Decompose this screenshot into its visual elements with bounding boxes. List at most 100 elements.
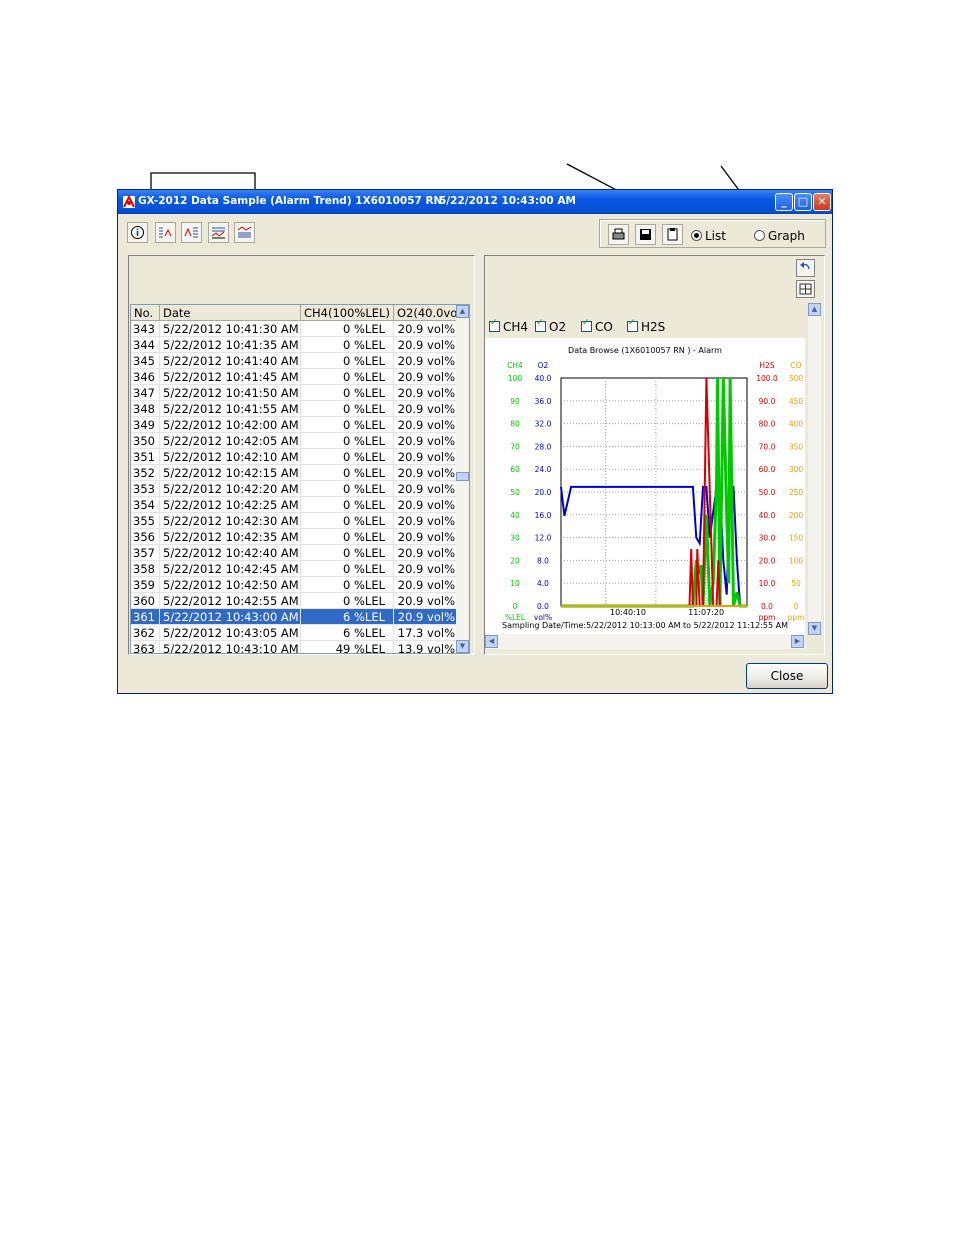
scroll-down-button[interactable]: ▼ [456,640,469,653]
cell-ch4: 0 %LEL [301,385,394,401]
tick-label: 10.0 [759,579,776,588]
scroll-up-button[interactable]: ▲ [456,305,469,318]
close-button[interactable]: Close [746,663,828,689]
cell-date: 5/22/2012 10:42:20 AM [160,481,301,497]
tick-label: 50 [510,488,520,497]
info-button[interactable] [127,222,148,243]
scroll-thumb[interactable] [456,472,469,481]
cell-o2: 20.9 vol% [394,385,457,401]
checkbox-o2[interactable]: O2 [535,318,567,334]
radio-list[interactable]: List [691,229,726,243]
table-row[interactable]: 361 5/22/2012 10:43:00 AM 6 %LEL 20.9 vol% [131,609,457,625]
tick-label: 150 [789,534,804,543]
checkbox-co-label: CO [595,320,613,334]
peak-button[interactable] [181,222,202,243]
header-date[interactable]: Date [160,305,301,321]
tick-label: 40 [510,511,520,520]
tick-label: 70.0 [759,442,776,451]
maximize-button[interactable]: □ [794,193,812,211]
tick-label: 70 [510,442,520,451]
graph-area[interactable]: Data Browse (1X6010057 RN ) - Alarm CH4 10… [485,338,805,634]
cell-ch4: 0 %LEL [301,465,394,481]
cell-o2: 20.9 vol% [394,401,457,417]
cell-ch4: 0 %LEL [301,353,394,369]
table-row[interactable]: 349 5/22/2012 10:42:00 AM 0 %LEL 20.9 vol% [131,417,457,433]
table-row[interactable]: 356 5/22/2012 10:42:35 AM 0 %LEL 20.9 vol% [131,529,457,545]
table-row[interactable]: 352 5/22/2012 10:42:15 AM 0 %LEL 20.9 vol% [131,465,457,481]
header-ch4[interactable]: CH4(100%LEL) [301,305,394,321]
data-list[interactable]: No. Date CH4(100%LEL) O2(40.0vol%) 3435/… [130,304,470,654]
table-row[interactable]: 348 5/22/2012 10:41:55 AM 0 %LEL 20.9 vol% [131,401,457,417]
cell-no: 358 [131,561,160,577]
save-button[interactable] [635,224,656,245]
graph-scroll-up-button[interactable]: ▲ [808,303,821,316]
tick-label: 0 [513,602,518,611]
cell-ch4: 0 %LEL [301,337,394,353]
cell-ch4: 6 %LEL [301,625,394,641]
undo-button[interactable] [796,259,815,277]
tick-label: 12.0 [535,534,552,543]
trend-chart: Data Browse (1X6010057 RN ) - Alarm CH4 10… [502,346,804,630]
list-scrollbar[interactable]: ▲ ▼ [456,305,469,653]
table-row[interactable]: 345 5/22/2012 10:41:40 AM 0 %LEL 20.9 vol% [131,353,457,369]
cell-date: 5/22/2012 10:43:00 AM [160,609,301,625]
header-o2[interactable]: O2(40.0vol%) [394,305,457,321]
printer-icon [612,228,625,240]
cell-ch4: 0 %LEL [301,513,394,529]
graph-button[interactable] [208,222,229,243]
table-row[interactable]: 354 5/22/2012 10:42:25 AM 0 %LEL 20.9 vol% [131,497,457,513]
close-window-button[interactable]: ✕ [813,193,831,211]
zoom-fit-button[interactable] [796,280,815,298]
cell-o2: 20.9 vol% [394,369,457,385]
cell-o2: 20.9 vol% [394,417,457,433]
table-row[interactable]: 362 5/22/2012 10:43:05 AM 6 %LEL 17.3 vol% [131,625,457,641]
graph-scroll-down-button[interactable]: ▼ [808,622,821,635]
table-row[interactable]: 363 5/22/2012 10:43:10 AM 49 %LEL 13.9 vol% [131,641,457,653]
cell-no: 360 [131,593,160,609]
print-button[interactable] [608,224,629,245]
tick-label: 100.0 [756,374,778,383]
graph-vscroll[interactable]: ▲ ▼ [808,303,821,635]
cell-date: 5/22/2012 10:41:40 AM [160,353,301,369]
x-tick-label: 10:40:10 [610,608,646,617]
checkbox-h2s[interactable]: H2S [627,318,665,334]
cell-no: 353 [131,481,160,497]
table-row[interactable]: 353 5/22/2012 10:42:20 AM 0 %LEL 20.9 vol% [131,481,457,497]
tick-label: 4.0 [537,579,549,588]
table-row[interactable]: 355 5/22/2012 10:42:30 AM 0 %LEL 20.9 vol% [131,513,457,529]
checkbox-ch4[interactable]: CH4 [489,318,528,334]
table-row[interactable]: 360 5/22/2012 10:42:55 AM 0 %LEL 20.9 vol% [131,593,457,609]
cell-date: 5/22/2012 10:42:50 AM [160,577,301,593]
table-row[interactable]: 351 5/22/2012 10:42:10 AM 0 %LEL 20.9 vol% [131,449,457,465]
cell-ch4: 0 %LEL [301,369,394,385]
cell-no: 362 [131,625,160,641]
checkbox-o2-label: O2 [549,320,567,334]
graph-hscroll[interactable]: ◀ ▶ [485,634,805,649]
cell-ch4: 0 %LEL [301,401,394,417]
table-row[interactable]: 357 5/22/2012 10:42:40 AM 0 %LEL 20.9 vol% [131,545,457,561]
table-row[interactable]: 346 5/22/2012 10:41:45 AM 0 %LEL 20.9 vol% [131,369,457,385]
checkbox-co[interactable]: CO [581,318,613,334]
graph-scroll-right-button[interactable]: ▶ [791,635,804,648]
header-no[interactable]: No. [131,305,160,321]
minimize-button[interactable]: _ [775,193,793,211]
table-row[interactable]: 343 5/22/2012 10:41:30 AM 0 %LEL 20.9 vol% [131,321,457,337]
table-row[interactable]: 358 5/22/2012 10:42:45 AM 0 %LEL 20.9 vol% [131,561,457,577]
title-bar[interactable]: GX-2012 Data Sample (Alarm Trend) 1X6010… [118,190,832,214]
table-row[interactable]: 350 5/22/2012 10:42:05 AM 0 %LEL 20.9 vol% [131,433,457,449]
radio-graph[interactable]: Graph [754,229,805,243]
list-button[interactable] [234,222,255,243]
table-row[interactable]: 347 5/22/2012 10:41:50 AM 0 %LEL 20.9 vol% [131,385,457,401]
table-row[interactable]: 344 5/22/2012 10:41:35 AM 0 %LEL 20.9 vol% [131,337,457,353]
table-row[interactable]: 359 5/22/2012 10:42:50 AM 0 %LEL 20.9 vol% [131,577,457,593]
save-icon [640,229,651,240]
cell-no: 351 [131,449,160,465]
tick-label: 28.0 [535,442,552,451]
tick-label: 100 [508,374,523,383]
alarm-trend-button[interactable] [155,222,176,243]
graph-scroll-left-button[interactable]: ◀ [485,635,498,648]
clipboard-button[interactable] [662,224,683,245]
info-icon [131,226,144,239]
list-icon [237,226,252,238]
tick-label: 60.0 [759,465,776,474]
